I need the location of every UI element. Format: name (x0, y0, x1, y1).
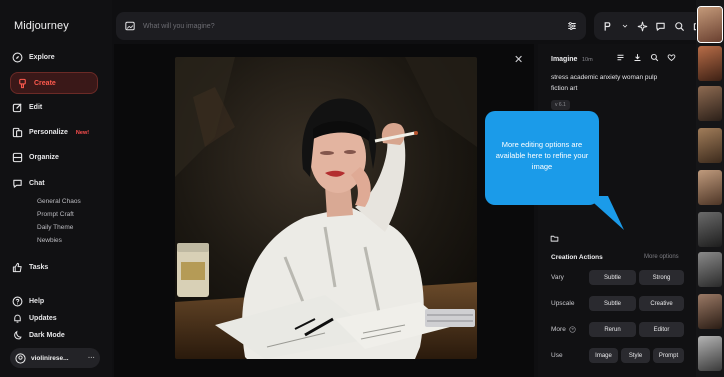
new-badge: New! (75, 129, 90, 136)
thumbnail[interactable] (698, 46, 722, 81)
prompt-text: stress academic anxiety woman pulp ficti… (551, 74, 658, 92)
search-icon[interactable] (650, 53, 659, 62)
thumbnail[interactable] (698, 170, 722, 205)
use-label: Use (551, 352, 563, 359)
upscale-subtle-button[interactable]: Subtle (589, 296, 636, 311)
image-icon[interactable] (125, 21, 135, 31)
user-menu[interactable]: violinirese... ··· (10, 348, 100, 368)
sidebar-item-dark-mode[interactable]: Dark Mode (12, 330, 65, 341)
chat-room-general-chaos[interactable]: General Chaos (37, 198, 81, 205)
thumbnail[interactable] (698, 128, 722, 163)
personalize-icon (12, 127, 23, 138)
settings-sliders-icon[interactable] (567, 21, 577, 31)
user-name: violinirese... (31, 354, 69, 362)
more-options-link[interactable]: More options (644, 254, 679, 260)
sidebar-item-label: Explore (29, 54, 55, 61)
search-input[interactable]: What will you imagine? (143, 23, 215, 30)
sidebar-item-tasks[interactable]: Tasks (12, 262, 48, 273)
thumbnail[interactable] (698, 294, 722, 329)
more-row: More (551, 326, 576, 333)
sidebar-item-label: Edit (29, 104, 43, 111)
sidebar-item-personalize[interactable]: Personalize New! (12, 127, 89, 138)
heart-icon[interactable] (667, 53, 676, 62)
thumbnail[interactable] (698, 86, 722, 121)
chat-room-newbies[interactable]: Newbies (37, 237, 62, 244)
lines-icon[interactable] (616, 53, 625, 62)
use-style-button[interactable]: Style (621, 348, 650, 363)
chevron-down-icon[interactable] (621, 22, 629, 30)
chat-room-daily-theme[interactable]: Daily Theme (37, 224, 73, 231)
use-prompt-button[interactable]: Prompt (653, 348, 684, 363)
download-icon[interactable] (633, 53, 642, 62)
upscale-creative-button[interactable]: Creative (639, 296, 684, 311)
vary-strong-button[interactable]: Strong (639, 270, 684, 285)
sidebar-item-create[interactable]: Create (10, 72, 98, 94)
chat-room-prompt-craft[interactable]: Prompt Craft (37, 211, 74, 218)
upscale-label: Upscale (551, 300, 575, 307)
panel-actions (616, 53, 676, 62)
vary-label: Vary (551, 274, 564, 281)
rerun-button[interactable]: Rerun (589, 322, 636, 337)
more-label: More (551, 326, 566, 333)
editor-button[interactable]: Editor (639, 322, 684, 337)
thumbnail[interactable] (698, 212, 722, 247)
thumbnail[interactable] (698, 336, 722, 371)
avatar (15, 352, 26, 364)
panel-title: Imagine (551, 56, 578, 63)
search-bar[interactable]: What will you imagine? (116, 12, 586, 40)
sidebar-item-organize[interactable]: Organize (12, 152, 59, 163)
chat-icon[interactable] (655, 21, 666, 32)
sidebar-item-label: Dark Mode (29, 332, 65, 339)
tooltip-callout: More editing options are available here … (485, 111, 599, 205)
callout-tail (586, 196, 624, 230)
sidebar-item-chat[interactable]: Chat (12, 178, 45, 189)
thumbs-up-icon (12, 262, 23, 273)
more-icon[interactable]: ··· (88, 355, 95, 362)
folder-icon[interactable] (550, 230, 559, 248)
sidebar-item-label: Tasks (29, 264, 49, 271)
search-icon[interactable] (674, 21, 685, 32)
sparkle-icon[interactable] (637, 21, 648, 32)
help-icon[interactable] (569, 326, 576, 333)
creation-actions-title: Creation Actions (551, 254, 603, 261)
timestamp: 10m (582, 57, 593, 63)
sidebar-item-updates[interactable]: Updates (12, 313, 57, 324)
generated-image[interactable] (175, 57, 477, 359)
chat-icon (12, 178, 23, 189)
brush-icon (17, 78, 28, 89)
sidebar-item-label: Chat (29, 180, 45, 187)
edit-icon (12, 102, 23, 113)
sidebar-item-help[interactable]: Help (12, 296, 44, 307)
version-badge: v 6.1 (551, 100, 570, 110)
organize-icon (12, 152, 23, 163)
compass-icon (12, 52, 23, 63)
bell-icon (12, 313, 23, 324)
sidebar-item-label: Help (29, 298, 45, 305)
sidebar-item-label: Organize (29, 154, 59, 161)
sidebar-item-label: Create (34, 79, 56, 87)
help-icon (12, 296, 23, 307)
use-image-button[interactable]: Image (589, 348, 618, 363)
close-icon[interactable]: ✕ (514, 53, 523, 66)
vary-subtle-button[interactable]: Subtle (589, 270, 636, 285)
thumbnail[interactable] (698, 252, 722, 287)
thumbnail[interactable] (697, 6, 723, 43)
p-icon[interactable] (602, 21, 613, 32)
sidebar-item-explore[interactable]: Explore (12, 52, 55, 63)
app-window: Midjourney Explore Create Edit Personali… (0, 0, 724, 377)
sidebar-item-edit[interactable]: Edit (12, 102, 42, 113)
sidebar-item-label: Personalize (29, 129, 68, 136)
sidebar-item-label: Updates (29, 315, 57, 322)
app-logo: Midjourney (14, 20, 69, 32)
moon-icon (12, 330, 23, 341)
top-toolbar (594, 12, 712, 40)
